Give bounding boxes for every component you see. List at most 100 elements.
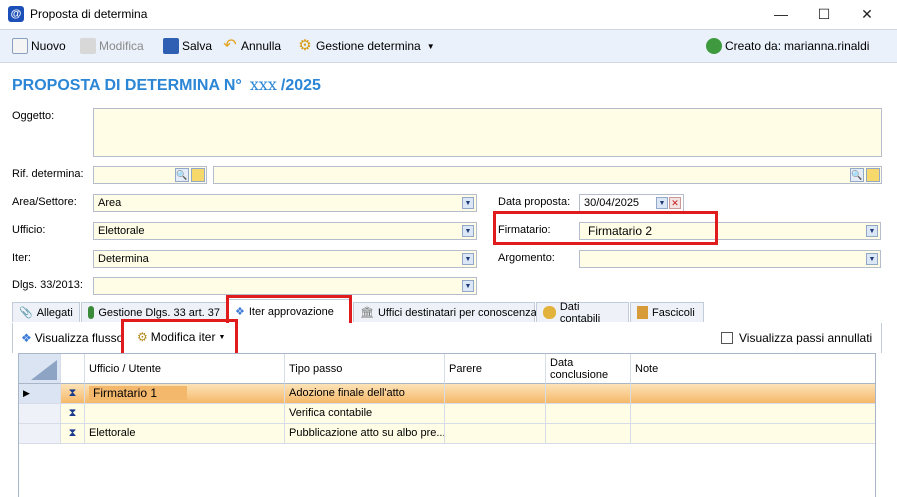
calendar-dropdown-icon[interactable]: ▼	[656, 197, 668, 209]
binder-icon	[637, 306, 648, 319]
iter-select[interactable]: Determina ▼	[93, 250, 477, 268]
tab-label: Fascicoli	[652, 306, 695, 319]
cell-note[interactable]	[631, 424, 875, 443]
chevron-down-icon[interactable]: ▼	[462, 197, 474, 209]
cell-data[interactable]	[546, 384, 631, 403]
hourglass-icon: ⧗	[61, 424, 85, 443]
tab-allegati[interactable]: 📎 Allegati	[12, 302, 80, 322]
data-proposta-field[interactable]: 30/04/2025 ▼ ✕	[579, 194, 684, 212]
visualizza-passi-annullati-label: Visualizza passi annullati	[739, 331, 873, 345]
chevron-down-icon[interactable]: ▼	[866, 225, 878, 237]
argomento-select[interactable]: ▼	[579, 250, 881, 268]
checkbox[interactable]	[721, 332, 733, 344]
grid-header-tipo[interactable]: Tipo passo	[285, 354, 445, 384]
iter-value: Determina	[98, 253, 149, 265]
cell-data[interactable]	[546, 404, 631, 423]
iter-label: Iter:	[12, 252, 31, 264]
visualizza-flusso-button[interactable]: ❖ Visualizza flusso	[21, 331, 123, 345]
nuovo-label: Nuovo	[31, 39, 66, 53]
minimize-button[interactable]: —	[758, 0, 804, 28]
cell-note[interactable]	[631, 384, 875, 403]
title-prefix: PROPOSTA DI DETERMINA N°	[12, 77, 242, 94]
user-icon	[706, 38, 722, 54]
argomento-label: Argomento:	[498, 252, 555, 264]
workflow-icon: ❖	[21, 331, 32, 345]
grid-corner[interactable]	[19, 354, 61, 384]
coins-icon	[543, 306, 556, 319]
chevron-down-icon[interactable]: ▼	[462, 280, 474, 292]
row-indicator-icon: ▶	[19, 384, 61, 403]
ufficio-label: Ufficio:	[12, 224, 46, 236]
row-indicator	[19, 424, 61, 443]
cell-ufficio[interactable]: Firmatario 1	[85, 384, 285, 403]
modifica-label: Modifica	[99, 39, 144, 53]
gestione-label: Gestione determina	[316, 39, 421, 53]
rif-determina-label: Rif. determina:	[12, 168, 84, 180]
close-button[interactable]: ✕	[844, 0, 890, 28]
oggetto-label: Oggetto:	[12, 110, 55, 122]
cell-parere[interactable]	[445, 384, 546, 403]
chevron-down-icon: ▼	[426, 41, 435, 51]
cell-parere[interactable]	[445, 404, 546, 423]
tab-label: Gestione Dlgs. 33 art. 37	[98, 306, 220, 319]
cell-parere[interactable]	[445, 424, 546, 443]
rif-determina-field[interactable]: 🔍	[93, 166, 207, 184]
grid-header-parere[interactable]: Parere	[445, 354, 546, 384]
save-icon	[163, 38, 179, 54]
tab-uffici-destinatari[interactable]: 🏛 Uffici destinatari per conoscenza	[353, 302, 537, 322]
cell-tipo[interactable]: Adozione finale dell'atto	[285, 384, 445, 403]
chevron-down-icon[interactable]: ▼	[866, 253, 878, 265]
visualizza-passi-annullati[interactable]: Visualizza passi annullati	[721, 331, 872, 345]
clear-date-icon[interactable]: ✕	[669, 197, 681, 209]
title-bar: @ Proposta di determina — ☐ ✕	[0, 0, 897, 28]
oggetto-field[interactable]	[93, 108, 882, 157]
grid-header-data[interactable]: Data conclusione	[546, 354, 631, 384]
nuovo-button[interactable]: Nuovo	[12, 37, 66, 55]
chevron-down-icon[interactable]: ▼	[462, 225, 474, 237]
cell-note[interactable]	[631, 404, 875, 423]
folder-icon[interactable]	[866, 168, 880, 182]
grid-header-ufficio[interactable]: Ufficio / Utente	[85, 354, 285, 384]
proposal-number: xxx	[249, 75, 277, 94]
tab-fascicoli[interactable]: Fascicoli	[630, 302, 704, 322]
data-proposta-value: 30/04/2025	[584, 197, 640, 209]
main-toolbar: Nuovo Modifica Salva ↶ Annulla ⚙ Gestion…	[0, 29, 897, 63]
gears-icon: ⚙	[298, 37, 312, 54]
tab-label: Uffici destinatari per conoscenza	[377, 306, 537, 319]
hourglass-icon: ⧗	[61, 384, 85, 403]
highlight-firmatario	[493, 211, 718, 245]
data-proposta-label: Data proposta:	[498, 196, 571, 208]
cell-ufficio[interactable]: Elettorale	[85, 424, 285, 443]
maximize-button[interactable]: ☐	[801, 0, 847, 28]
annulla-label: Annulla	[241, 39, 282, 53]
created-by-user: marianna.rinaldi	[784, 39, 870, 53]
dlgs-label: Dlgs. 33/2013:	[12, 279, 83, 291]
cell-tipo[interactable]: Pubblicazione atto su albo pre...	[285, 424, 445, 443]
modifica-button[interactable]: Modifica	[80, 37, 144, 55]
search-icon[interactable]: 🔍	[850, 168, 864, 182]
chevron-down-icon[interactable]: ▼	[462, 253, 474, 265]
gestione-determina-button[interactable]: ⚙ Gestione determina ▼	[297, 37, 435, 55]
new-document-icon	[12, 38, 28, 54]
area-select[interactable]: Area ▼	[93, 194, 477, 212]
dlgs-select[interactable]: ▼	[93, 277, 477, 295]
hourglass-icon: ⧗	[61, 404, 85, 423]
grid-header-note[interactable]: Note	[631, 354, 875, 384]
tab-label: Dati contabili	[559, 300, 601, 325]
cell-ufficio[interactable]	[85, 404, 285, 423]
folder-icon[interactable]	[191, 168, 205, 182]
table-row[interactable]: ⧗ Verifica contabile	[19, 404, 875, 424]
ufficio-select[interactable]: Elettorale ▼	[93, 222, 477, 240]
annulla-button[interactable]: ↶ Annulla	[222, 37, 281, 55]
building-icon: 🏛	[360, 307, 374, 319]
salva-button[interactable]: Salva	[163, 37, 212, 55]
tab-dati-contabili[interactable]: Dati contabili	[536, 300, 629, 325]
search-icon[interactable]: 🔍	[175, 168, 189, 182]
grid-header-status	[61, 354, 85, 384]
cell-data[interactable]	[546, 424, 631, 443]
rif-determina-description[interactable]: 🔍	[213, 166, 882, 184]
table-row[interactable]: ⧗ Elettorale Pubblicazione atto su albo …	[19, 424, 875, 444]
table-row[interactable]: ▶ ⧗ Firmatario 1 Adozione finale dell'at…	[19, 384, 875, 404]
cell-tipo[interactable]: Verifica contabile	[285, 404, 445, 423]
select-all-icon	[31, 359, 57, 380]
